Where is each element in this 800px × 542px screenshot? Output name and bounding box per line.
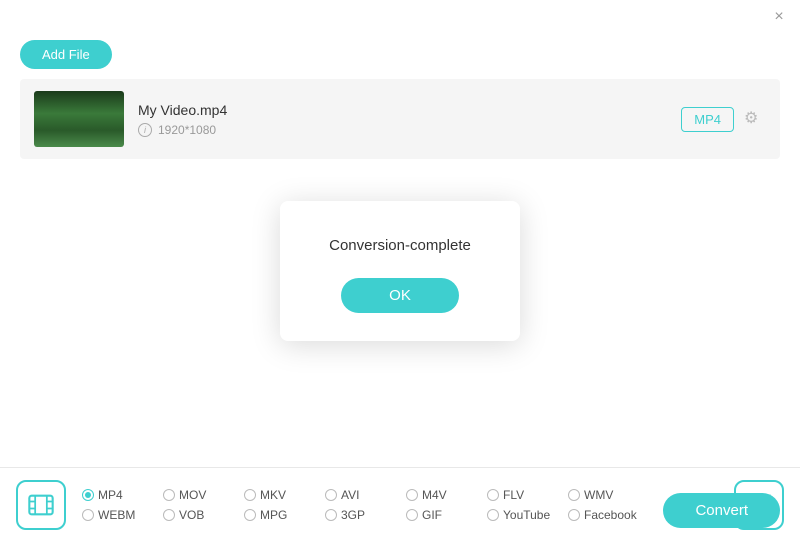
dialog-ok-button[interactable]: OK [341, 278, 459, 313]
dialog-message: Conversion-complete [304, 237, 496, 254]
dialog-overlay: Conversion-complete OK [0, 0, 800, 542]
dialog-box: Conversion-complete OK [280, 201, 520, 341]
